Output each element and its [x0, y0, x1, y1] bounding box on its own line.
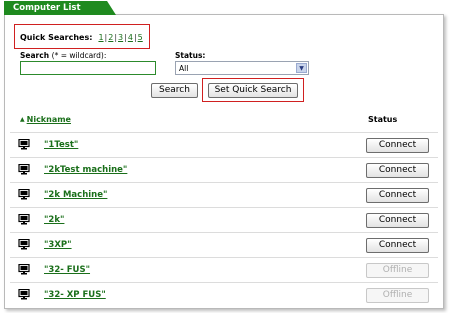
- set-quick-search-button[interactable]: Set Quick Search: [208, 83, 298, 98]
- computer-table: "1Test" Connect "2kTest machine" Connect "2k…: [10, 132, 438, 307]
- quick-search-link-2[interactable]: 2: [108, 33, 113, 42]
- offline-button: Offline: [366, 288, 429, 303]
- sort-ascending-icon: ▲: [20, 116, 25, 123]
- computer-monitor-icon: [18, 289, 30, 300]
- status-column-header: Status: [368, 115, 398, 124]
- computer-nickname-link[interactable]: "32- XP FUS": [44, 290, 106, 300]
- quick-searches-label: Quick Searches:: [20, 33, 93, 42]
- connect-button[interactable]: Connect: [366, 238, 429, 253]
- table-row: "2kTest machine" Connect: [10, 157, 438, 182]
- tab-computer-list[interactable]: Computer List: [4, 1, 116, 15]
- status-select[interactable]: All ▼: [175, 61, 309, 75]
- computer-nickname-link[interactable]: "3XP": [44, 240, 72, 250]
- status-label: Status:: [175, 51, 206, 60]
- computer-monitor-icon: [18, 139, 30, 150]
- connect-button[interactable]: Connect: [366, 213, 429, 228]
- computer-monitor-icon: [18, 264, 30, 275]
- status-selected-value: All: [179, 64, 189, 73]
- quick-searches: Quick Searches: 1 | 2 | 3 | 4 | 5: [20, 33, 143, 42]
- nickname-column-header[interactable]: ▲ Nickname: [20, 115, 71, 124]
- search-label: Search (* = wildcard):: [20, 51, 107, 60]
- table-row: "2k" Connect: [10, 207, 438, 232]
- computer-monitor-icon: [18, 214, 30, 225]
- quick-search-link-3[interactable]: 3: [118, 33, 123, 42]
- computer-nickname-link[interactable]: "32- FUS": [44, 265, 90, 275]
- connect-button[interactable]: Connect: [366, 163, 429, 178]
- table-row: "1Test" Connect: [10, 132, 438, 157]
- computer-monitor-icon: [18, 239, 30, 250]
- table-row: "2k Machine" Connect: [10, 182, 438, 207]
- computer-monitor-icon: [18, 164, 30, 175]
- computer-nickname-link[interactable]: "1Test": [44, 140, 78, 150]
- offline-button: Offline: [366, 263, 429, 278]
- computer-nickname-link[interactable]: "2kTest machine": [44, 165, 127, 175]
- computer-monitor-icon: [18, 189, 30, 200]
- table-row: "3XP" Connect: [10, 232, 438, 257]
- quick-search-link-1[interactable]: 1: [98, 33, 103, 42]
- connect-button[interactable]: Connect: [366, 138, 429, 153]
- computer-nickname-link[interactable]: "2k Machine": [44, 190, 107, 200]
- quick-search-link-5[interactable]: 5: [138, 33, 143, 42]
- connect-button[interactable]: Connect: [366, 188, 429, 203]
- computer-nickname-link[interactable]: "2k": [44, 215, 64, 225]
- search-button[interactable]: Search: [151, 83, 198, 98]
- table-row: "32- FUS" Offline: [10, 257, 438, 282]
- chevron-down-icon[interactable]: ▼: [296, 63, 307, 73]
- table-row: "32- XP FUS" Offline: [10, 282, 438, 307]
- search-input[interactable]: [20, 61, 156, 75]
- quick-search-link-4[interactable]: 4: [128, 33, 133, 42]
- quick-search-links: 1 | 2 | 3 | 4 | 5: [98, 33, 143, 42]
